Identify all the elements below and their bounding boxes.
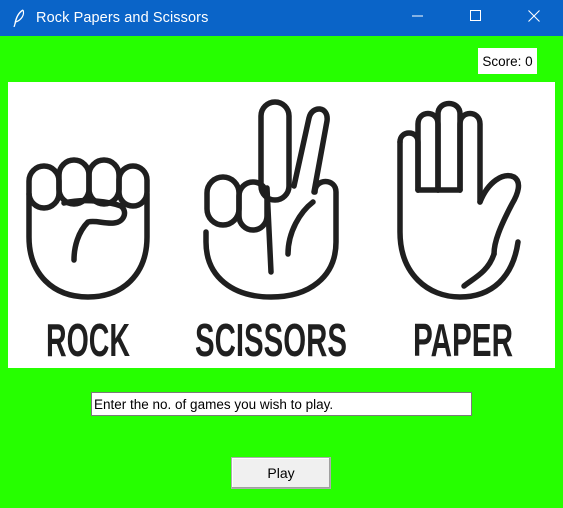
minimize-button[interactable] <box>389 0 447 36</box>
score-label: Score: 0 <box>478 48 537 74</box>
close-icon <box>528 9 540 27</box>
maximize-button[interactable] <box>447 0 505 36</box>
peace-hand-icon <box>203 99 339 300</box>
window-controls <box>389 0 563 36</box>
rps-banner-image: ROCK SCISSORS PAPER <box>8 82 555 368</box>
fist-hand-icon <box>26 157 150 300</box>
app-window: Rock Papers and Scissors Score: 0 ROCK S… <box>0 0 563 508</box>
maximize-icon <box>470 9 482 27</box>
paper-label: PAPER <box>413 314 513 366</box>
feather-icon <box>12 9 26 28</box>
close-button[interactable] <box>505 0 563 36</box>
open-palm-hand-icon <box>397 100 522 300</box>
rock-label: ROCK <box>46 314 130 366</box>
games-count-input[interactable] <box>91 392 472 416</box>
play-button[interactable]: Play <box>231 457 331 489</box>
title-bar[interactable]: Rock Papers and Scissors <box>0 0 563 36</box>
window-title: Rock Papers and Scissors <box>36 10 209 26</box>
scissors-label: SCISSORS <box>195 314 347 366</box>
minimize-icon <box>412 9 424 27</box>
